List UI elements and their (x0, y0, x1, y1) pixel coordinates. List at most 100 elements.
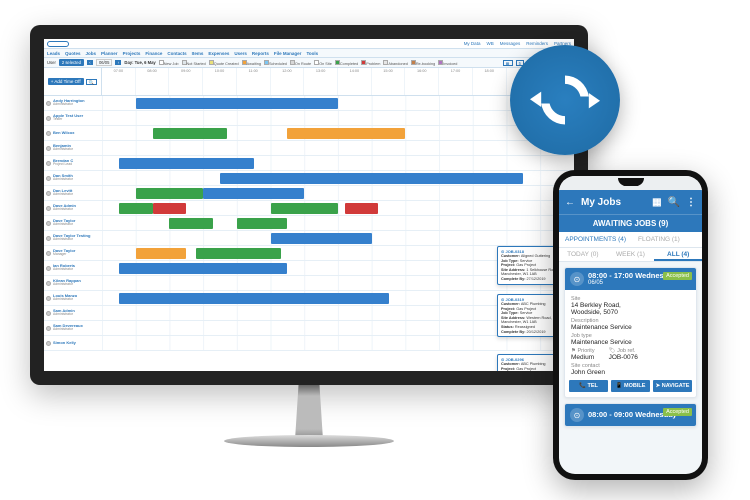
user-selected-chip[interactable]: 2 selected (59, 59, 84, 66)
legend-item[interactable]: Quote Created (209, 60, 239, 66)
job-block[interactable] (271, 233, 372, 244)
subtab-today[interactable]: TODAY (0) (559, 248, 607, 261)
job-block[interactable] (136, 248, 187, 259)
schedule-row[interactable] (102, 141, 574, 156)
user-row[interactable]: Dan LevittAdministrator (44, 186, 102, 201)
menu-items[interactable]: Items (192, 51, 204, 56)
legend-item[interactable]: Not Started (182, 60, 206, 66)
search-icon[interactable]: 🔍 (668, 197, 680, 208)
legend-item[interactable]: Re-booking (411, 60, 435, 66)
legend-item[interactable]: On Route (290, 60, 311, 66)
menu-contacts[interactable]: Contacts (167, 51, 186, 56)
user-row[interactable]: Ian RobertsAdministrator (44, 261, 102, 276)
add-time-off-button[interactable]: + Add Time Off 🔍 (44, 68, 102, 96)
job-block[interactable] (287, 128, 405, 139)
menu-reports[interactable]: Reports (252, 51, 269, 56)
job-block[interactable] (119, 158, 254, 169)
subtab-all[interactable]: ALL (4) (654, 248, 702, 261)
user-row[interactable]: Dave AdminAdministrator (44, 201, 102, 216)
awaiting-jobs-banner[interactable]: AWAITING JOBS (9) (559, 214, 702, 232)
job-block[interactable] (136, 98, 338, 109)
schedule-row[interactable] (102, 231, 574, 246)
job-block[interactable] (119, 293, 389, 304)
menu-expenses[interactable]: Expenses (208, 51, 229, 56)
user-row[interactable]: Brendan CProject Lead (44, 156, 102, 171)
schedule-row[interactable] (102, 156, 574, 171)
topbar-link[interactable]: Reminders (526, 41, 548, 46)
topbar-link[interactable]: WB (486, 41, 493, 46)
user-row[interactable]: Dave Taylor TestingAdministrator (44, 231, 102, 246)
job-block[interactable] (153, 128, 227, 139)
job-block[interactable] (169, 218, 213, 229)
tel-button[interactable]: 📞 TEL (569, 380, 608, 392)
job-block[interactable] (220, 173, 523, 184)
job-block[interactable] (203, 188, 304, 199)
user-row[interactable]: Dave TaylorAdministrator (44, 216, 102, 231)
user-row[interactable]: Andy HarringtonAdministrator (44, 96, 102, 111)
next-day-button[interactable]: › (115, 60, 121, 65)
tab-appointments[interactable]: APPOINTMENTS (4) (559, 232, 632, 247)
schedule-row[interactable] (102, 216, 574, 231)
back-icon[interactable]: ← (565, 197, 575, 208)
job-block[interactable] (237, 218, 288, 229)
job-block[interactable] (196, 248, 280, 259)
menu-file-manager[interactable]: File Manager (274, 51, 302, 56)
job-block[interactable] (119, 203, 153, 214)
schedule-row[interactable] (102, 126, 574, 141)
menu-tools[interactable]: Tools (306, 51, 318, 56)
schedule-row[interactable] (102, 186, 574, 201)
calendar-icon[interactable]: ▦ (652, 197, 661, 208)
prev-day-button[interactable]: ‹ (87, 60, 93, 65)
schedule-row[interactable] (102, 336, 574, 351)
user-row[interactable]: Apple Test UserTester (44, 111, 102, 126)
job-block[interactable] (345, 203, 379, 214)
date-input[interactable]: 06/05 (96, 59, 112, 66)
topbar-link[interactable]: My Data (464, 41, 481, 46)
app-logo[interactable] (47, 41, 69, 47)
schedule-body[interactable]: ? ⊙ JOB-0318Customer: Aligned GutteringJ… (102, 96, 574, 371)
menu-users[interactable]: Users (234, 51, 247, 56)
legend-item[interactable]: Invoiced (438, 60, 457, 66)
legend-item[interactable]: Completed (335, 60, 358, 66)
tab-floating[interactable]: FLOATING (1) (632, 232, 686, 247)
schedule-row[interactable] (102, 201, 574, 216)
user-row[interactable]: Simon Kelly (44, 336, 102, 351)
menu-leads[interactable]: Leads (47, 51, 60, 56)
topbar-link[interactable]: Messages (500, 41, 521, 46)
search-icon[interactable]: 🔍 (86, 79, 98, 85)
job-card[interactable]: ⊙ 08:00 - 17:00 Wednesday 06/05 Accepted… (564, 267, 697, 398)
user-row[interactable]: BenjaminAdministrator (44, 141, 102, 156)
user-row[interactable]: Ben Wilcox (44, 126, 102, 141)
schedule-row[interactable] (102, 171, 574, 186)
mobile-job-list[interactable]: ⊙ 08:00 - 17:00 Wednesday 06/05 Accepted… (559, 262, 702, 437)
job-block[interactable] (271, 203, 338, 214)
menu-projects[interactable]: Projects (123, 51, 141, 56)
navigate-button[interactable]: ➤ NAVIGATE (653, 380, 692, 392)
legend-item[interactable]: Abandoned (383, 60, 407, 66)
menu-finance[interactable]: Finance (145, 51, 162, 56)
user-row[interactable]: Kilean RappanAdministrator (44, 276, 102, 291)
menu-quotes[interactable]: Quotes (65, 51, 81, 56)
user-row[interactable]: Sam DevereauxAdministrator (44, 321, 102, 336)
mobile-button[interactable]: 📱 MOBILE (611, 380, 650, 392)
legend-item[interactable]: New Job (159, 60, 179, 66)
user-row[interactable]: Dave TaylorManager (44, 246, 102, 261)
view-option-button[interactable]: ▦ (503, 60, 513, 66)
legend-item[interactable]: Awaiting (242, 60, 261, 66)
schedule-row[interactable] (102, 96, 574, 111)
job-card[interactable]: ⊙ 08:00 - 09:00 Wednesday Accepted (564, 403, 697, 427)
legend-item[interactable]: On Site (314, 60, 332, 66)
legend-item[interactable]: Scheduled (264, 60, 287, 66)
schedule-row[interactable] (102, 111, 574, 126)
menu-planner[interactable]: Planner (101, 51, 118, 56)
menu-jobs[interactable]: Jobs (86, 51, 97, 56)
legend-item[interactable]: Problem (361, 60, 380, 66)
job-block[interactable] (136, 188, 203, 199)
user-row[interactable]: Louis ManzoAdministrator (44, 291, 102, 306)
user-row[interactable]: Dan SmithAdministrator (44, 171, 102, 186)
job-block[interactable] (119, 263, 288, 274)
job-block[interactable] (153, 203, 187, 214)
subtab-week[interactable]: WEEK (1) (607, 248, 655, 261)
more-icon[interactable]: ⋮ (686, 197, 696, 208)
user-row[interactable]: Sam AdminAdministrator (44, 306, 102, 321)
